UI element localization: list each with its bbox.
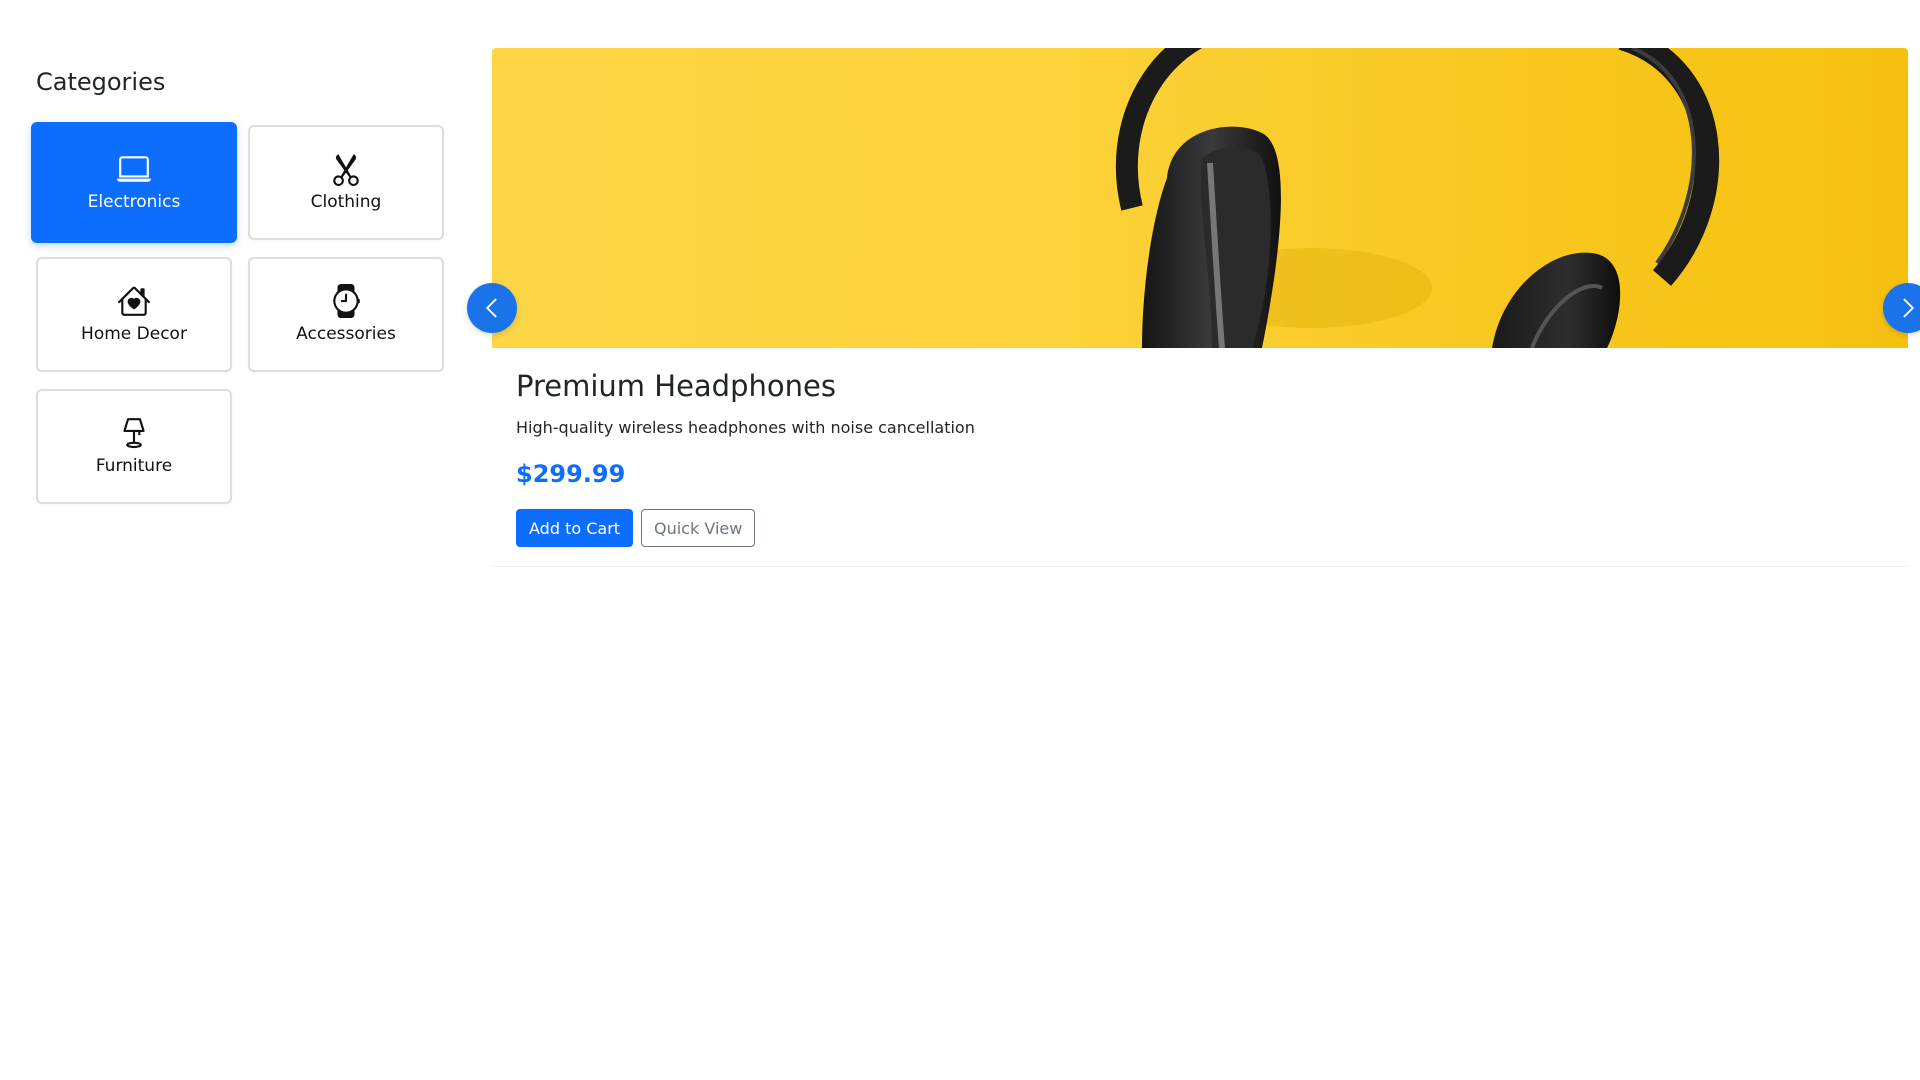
headphones-image — [1115, 48, 1720, 348]
category-home-decor[interactable]: Home Decor — [36, 257, 232, 372]
scissors-icon — [333, 154, 359, 187]
card-divider — [492, 566, 1908, 567]
house-heart-icon — [118, 286, 150, 317]
category-furniture[interactable]: Furniture — [36, 389, 232, 504]
product-price: $299.99 — [516, 460, 626, 489]
category-label: Home Decor — [81, 324, 187, 345]
page: Categories Electronics Clothing Home Dec… — [0, 0, 1920, 1080]
product-actions: Add to Cart Quick View — [516, 509, 1816, 548]
lamp-icon — [123, 418, 145, 449]
laptop-icon — [117, 156, 151, 183]
category-accessories[interactable]: Accessories — [248, 257, 444, 372]
category-clothing[interactable]: Clothing — [248, 125, 444, 240]
product-title: Premium Headphones — [516, 369, 836, 403]
banner-image — [492, 48, 1908, 348]
category-label: Clothing — [310, 192, 382, 213]
product-description: High-quality wireless headphones with no… — [516, 417, 975, 437]
product-details: Premium Headphones High-quality wireless… — [516, 368, 1816, 548]
watch-icon — [333, 284, 360, 319]
categories-heading: Categories — [36, 68, 166, 96]
add-to-cart-button[interactable]: Add to Cart — [516, 509, 634, 548]
category-label: Electronics — [87, 192, 181, 213]
quick-view-button[interactable]: Quick View — [641, 509, 756, 548]
carousel-prev-button[interactable] — [467, 283, 517, 333]
category-electronics[interactable]: Electronics — [31, 122, 237, 243]
category-label: Accessories — [296, 324, 396, 345]
chevron-right-icon — [1903, 298, 1915, 318]
category-label: Furniture — [95, 456, 173, 477]
chevron-left-icon — [485, 298, 497, 318]
